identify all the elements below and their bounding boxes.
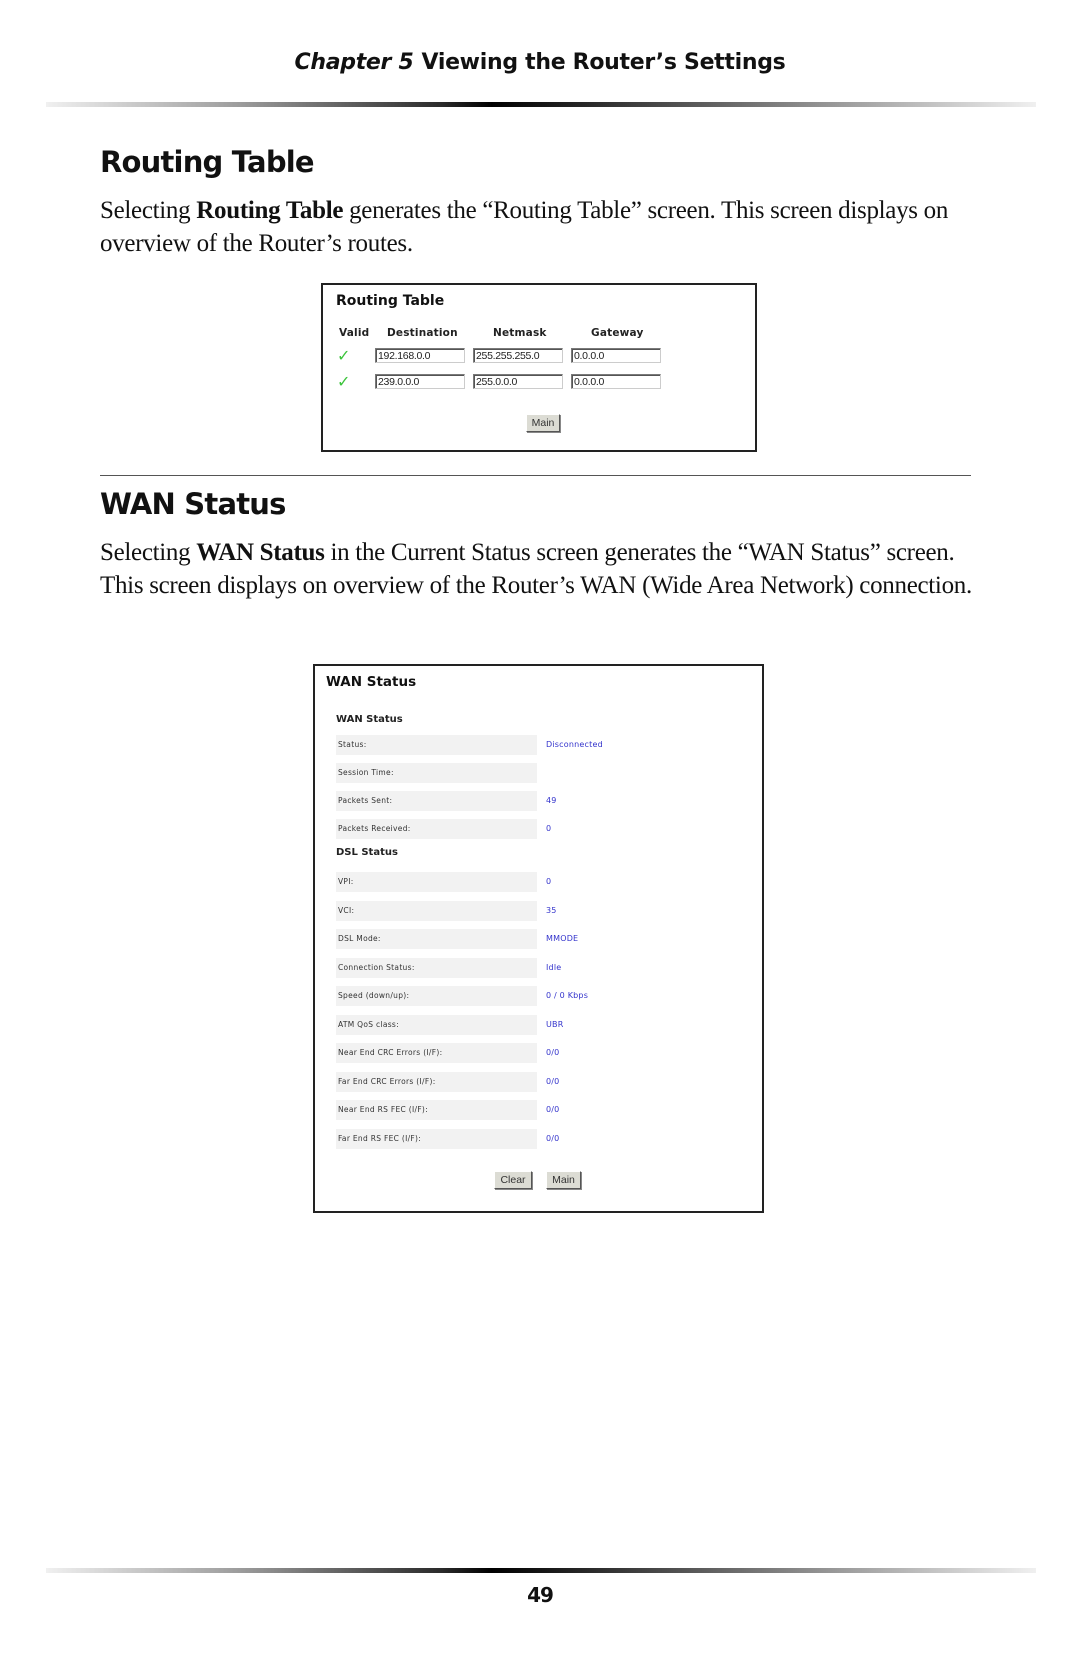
row-value: 49: [546, 796, 557, 805]
dsl-row-near-end-crc: Near End CRC Errors (I/F): 0/0: [315, 1043, 762, 1063]
row-value: 35: [546, 906, 557, 915]
row-label: Connection Status:: [336, 958, 537, 978]
row-value: 0/0: [546, 1077, 560, 1086]
valid-check-icon: ✓: [337, 346, 351, 365]
main-button[interactable]: Main: [546, 1171, 581, 1189]
row-label: Speed (down/up):: [336, 986, 537, 1006]
column-header-destination: Destination: [387, 327, 458, 339]
gateway-field[interactable]: 0.0.0.0: [571, 348, 661, 363]
routing-table-screenshot: Routing Table Valid Destination Netmask …: [321, 283, 757, 452]
routing-row: ✓ 192.168.0.0 255.255.255.0 0.0.0.0: [323, 346, 755, 366]
para-text: Selecting: [100, 197, 197, 224]
row-label: Far End RS FEC (I/F):: [336, 1129, 537, 1149]
wan-section-paragraph: Selecting WAN Status in the Current Stat…: [100, 537, 980, 602]
column-header-netmask: Netmask: [493, 327, 547, 339]
valid-check-icon: ✓: [337, 372, 351, 391]
routing-row: ✓ 239.0.0.0 255.0.0.0 0.0.0.0: [323, 372, 755, 392]
clear-button[interactable]: Clear: [494, 1171, 532, 1189]
destination-field[interactable]: 239.0.0.0: [375, 374, 465, 389]
chapter-label: Chapter 5: [294, 50, 414, 75]
row-value: Idle: [546, 963, 562, 972]
para-bold: Routing Table: [196, 197, 344, 224]
routing-screen-title: Routing Table: [336, 293, 445, 309]
page-number: 49: [527, 1583, 554, 1607]
para-bold: WAN Status: [196, 539, 325, 566]
routing-section-paragraph: Selecting Routing Table generates the “R…: [100, 195, 980, 260]
wan-screen-title: WAN Status: [326, 674, 417, 690]
dsl-row-vpi: VPI: 0: [315, 872, 762, 892]
row-value: 0/0: [546, 1048, 560, 1057]
row-label: Near End CRC Errors (I/F):: [336, 1043, 537, 1063]
row-label: ATM QoS class:: [336, 1015, 537, 1035]
wan-row-packets-sent: Packets Sent: 49: [315, 791, 762, 811]
row-value: 0/0: [546, 1105, 560, 1114]
dsl-row-vci: VCI: 35: [315, 901, 762, 921]
routing-section-title: Routing Table: [100, 145, 315, 179]
row-label: Far End CRC Errors (I/F):: [336, 1072, 537, 1092]
row-value: MMODE: [546, 934, 579, 943]
row-label: VCI:: [336, 901, 537, 921]
dsl-row-far-end-crc: Far End CRC Errors (I/F): 0/0: [315, 1072, 762, 1092]
wan-row-session-time: Session Time:: [315, 763, 762, 783]
main-button[interactable]: Main: [526, 414, 560, 432]
column-header-valid: Valid: [339, 327, 370, 339]
row-label: Packets Sent:: [336, 791, 537, 811]
row-value: 0: [546, 877, 552, 886]
gateway-field[interactable]: 0.0.0.0: [571, 374, 661, 389]
wan-section-title: WAN Status: [100, 487, 286, 521]
wan-row-packets-received: Packets Received: 0: [315, 819, 762, 839]
row-label: Session Time:: [336, 763, 537, 783]
wan-row-status: Status: Disconnected: [315, 735, 762, 755]
header-rule: [46, 102, 1036, 107]
dsl-row-connection-status: Connection Status: Idle: [315, 958, 762, 978]
row-label: Status:: [336, 735, 537, 755]
para-text: Selecting: [100, 539, 197, 566]
destination-field[interactable]: 192.168.0.0: [375, 348, 465, 363]
wan-group-heading: WAN Status: [336, 714, 403, 725]
row-value: Disconnected: [546, 740, 603, 749]
dsl-row-speed: Speed (down/up): 0 / 0 Kbps: [315, 986, 762, 1006]
dsl-group-heading: DSL Status: [336, 847, 398, 858]
column-header-gateway: Gateway: [591, 327, 644, 339]
chapter-header: Chapter 5 Viewing the Router’s Settings: [0, 50, 1080, 75]
row-label: DSL Mode:: [336, 929, 537, 949]
netmask-field[interactable]: 255.0.0.0: [473, 374, 563, 389]
row-value: UBR: [546, 1020, 564, 1029]
chapter-title: Viewing the Router’s Settings: [421, 50, 786, 75]
footer-rule: [46, 1568, 1036, 1573]
netmask-field[interactable]: 255.255.255.0: [473, 348, 563, 363]
dsl-row-mode: DSL Mode: MMODE: [315, 929, 762, 949]
wan-status-screenshot: WAN Status WAN Status Status: Disconnect…: [313, 664, 764, 1213]
dsl-row-far-end-rs-fec: Far End RS FEC (I/F): 0/0: [315, 1129, 762, 1149]
row-value: 0 / 0 Kbps: [546, 991, 589, 1000]
dsl-row-near-end-rs-fec: Near End RS FEC (I/F): 0/0: [315, 1100, 762, 1120]
row-value: 0: [546, 824, 552, 833]
row-value: 0/0: [546, 1134, 560, 1143]
section-divider: [100, 475, 971, 476]
row-label: VPI:: [336, 872, 537, 892]
row-label: Packets Received:: [336, 819, 537, 839]
row-label: Near End RS FEC (I/F):: [336, 1100, 537, 1120]
dsl-row-atm-qos: ATM QoS class: UBR: [315, 1015, 762, 1035]
